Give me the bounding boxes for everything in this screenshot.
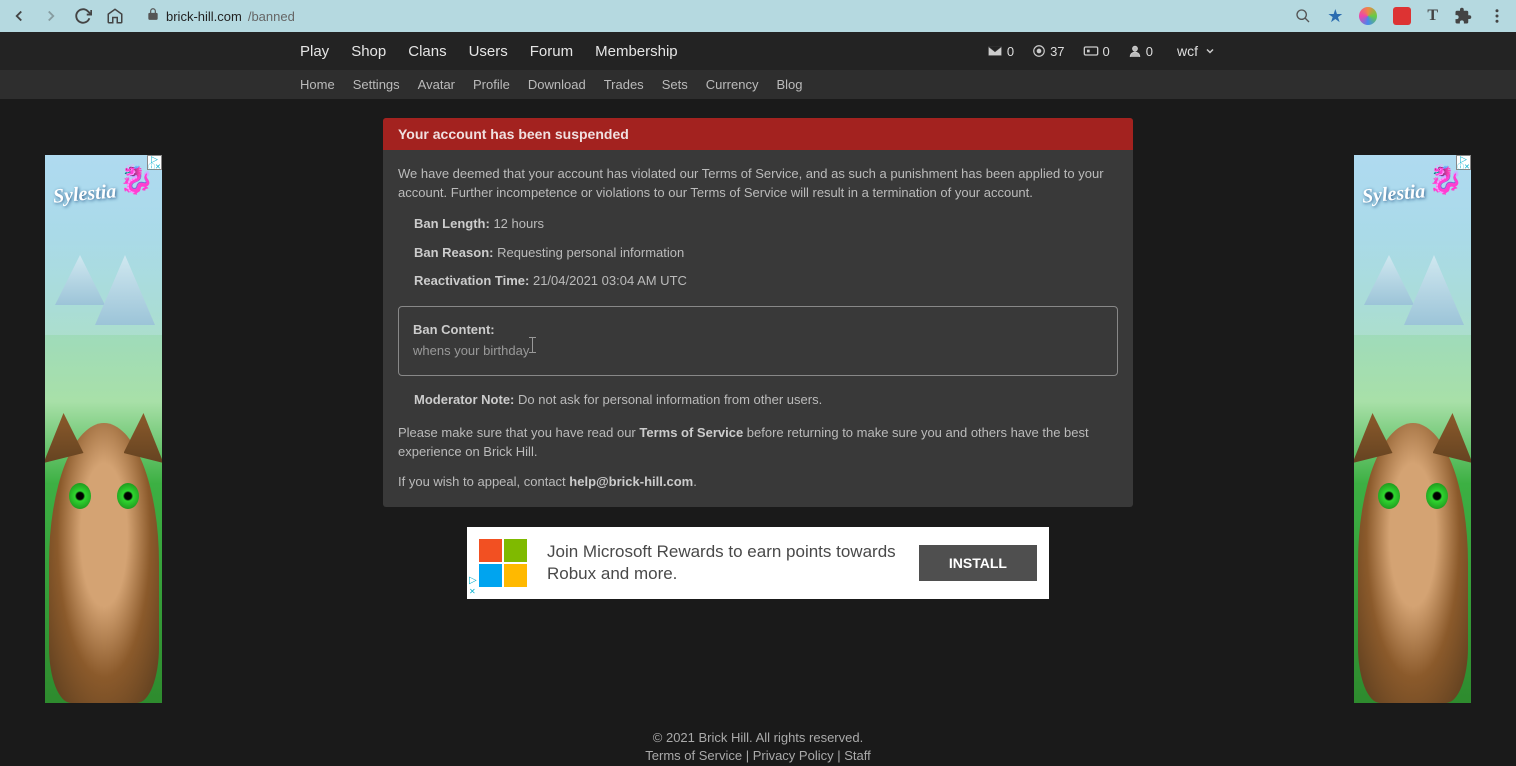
- subnav-avatar[interactable]: Avatar: [418, 77, 455, 92]
- sub-nav: Home Settings Avatar Profile Download Tr…: [0, 70, 1516, 100]
- main-nav: Play Shop Clans Users Forum Membership 0…: [0, 32, 1516, 70]
- ad-install-button[interactable]: INSTALL: [919, 545, 1037, 581]
- nav-play[interactable]: Play: [300, 43, 329, 60]
- moderator-note-value: Do not ask for personal information from…: [514, 392, 822, 407]
- bookmark-star-icon[interactable]: ★: [1327, 6, 1343, 27]
- subnav-trades[interactable]: Trades: [604, 77, 644, 92]
- search-icon[interactable]: [1295, 8, 1311, 24]
- user-dropdown[interactable]: wcf: [1177, 43, 1216, 59]
- back-icon[interactable]: [10, 7, 28, 25]
- footer-tos-link[interactable]: Terms of Service: [645, 748, 742, 763]
- stat-bits[interactable]: 37: [1032, 44, 1064, 59]
- lock-icon: [146, 7, 160, 26]
- ban-reactivation-value: 21/04/2021 03:04 AM UTC: [529, 273, 687, 288]
- ban-reason-label: Ban Reason:: [414, 245, 493, 260]
- stat-bucks[interactable]: 0: [1083, 44, 1110, 59]
- extension-icon-2[interactable]: [1393, 7, 1411, 25]
- ban-length-label: Ban Length:: [414, 216, 490, 231]
- extensions-icon[interactable]: [1454, 7, 1472, 25]
- subnav-sets[interactable]: Sets: [662, 77, 688, 92]
- footer: © 2021 Brick Hill. All rights reserved. …: [0, 729, 1516, 765]
- ban-content-box: Ban Content: whens your birthday: [398, 306, 1118, 376]
- moderator-note-row: Moderator Note: Do not ask for personal …: [398, 391, 1118, 410]
- ban-reason-row: Ban Reason: Requesting personal informat…: [398, 244, 1118, 263]
- ban-header: Your account has been suspended: [383, 118, 1133, 150]
- subnav-settings[interactable]: Settings: [353, 77, 400, 92]
- ad-banner[interactable]: ▷✕ Join Microsoft Rewards to earn points…: [467, 527, 1049, 599]
- menu-icon[interactable]: [1488, 7, 1506, 25]
- url-path: /banned: [248, 9, 295, 24]
- ban-length-row: Ban Length: 12 hours: [398, 215, 1118, 234]
- moderator-note-label: Moderator Note:: [414, 392, 514, 407]
- footer-privacy-link[interactable]: Privacy Policy: [753, 748, 834, 763]
- subnav-profile[interactable]: Profile: [473, 77, 510, 92]
- tos-link[interactable]: Terms of Service: [639, 425, 743, 440]
- subnav-currency[interactable]: Currency: [706, 77, 759, 92]
- nav-membership[interactable]: Membership: [595, 43, 678, 60]
- forward-icon[interactable]: [42, 7, 60, 25]
- nav-users[interactable]: Users: [469, 43, 508, 60]
- stat-messages[interactable]: 0: [987, 44, 1014, 59]
- ban-reactivation-row: Reactivation Time: 21/04/2021 03:04 AM U…: [398, 272, 1118, 291]
- nav-clans[interactable]: Clans: [408, 43, 446, 60]
- extension-icon-3[interactable]: T: [1427, 7, 1438, 25]
- nav-shop[interactable]: Shop: [351, 43, 386, 60]
- stat-bits-value: 37: [1050, 44, 1064, 59]
- appeal-text: If you wish to appeal, contact help@bric…: [398, 473, 1118, 492]
- ban-intro-text: We have deemed that your account has vio…: [398, 165, 1118, 203]
- appeal-email-link[interactable]: help@brick-hill.com: [569, 474, 693, 489]
- ban-content-label: Ban Content:: [413, 321, 1103, 340]
- footer-copyright: © 2021 Brick Hill. All rights reserved.: [0, 729, 1516, 747]
- subnav-home[interactable]: Home: [300, 77, 335, 92]
- extension-icon-1[interactable]: [1359, 7, 1377, 25]
- username-label: wcf: [1177, 43, 1198, 59]
- stat-friends[interactable]: 0: [1128, 44, 1153, 59]
- ban-card: Your account has been suspended We have …: [383, 118, 1133, 507]
- ban-reason-value: Requesting personal information: [493, 245, 684, 260]
- url-bar[interactable]: brick-hill.com/banned: [146, 7, 1283, 26]
- url-domain: brick-hill.com: [166, 9, 242, 24]
- browser-toolbar: brick-hill.com/banned ★ T: [0, 0, 1516, 32]
- reload-icon[interactable]: [74, 7, 92, 25]
- ad-banner-text: Join Microsoft Rewards to earn points to…: [547, 541, 899, 585]
- tos-reminder: Please make sure that you have read our …: [398, 424, 1118, 462]
- stat-messages-value: 0: [1007, 44, 1014, 59]
- ban-reactivation-label: Reactivation Time:: [414, 273, 529, 288]
- ad-marker-icon[interactable]: ▷✕: [469, 575, 477, 597]
- ban-length-value: 12 hours: [490, 216, 544, 231]
- stat-bucks-value: 0: [1103, 44, 1110, 59]
- chevron-down-icon: [1204, 45, 1216, 57]
- stat-friends-value: 0: [1146, 44, 1153, 59]
- footer-staff-link[interactable]: Staff: [844, 748, 871, 763]
- subnav-download[interactable]: Download: [528, 77, 586, 92]
- nav-forum[interactable]: Forum: [530, 43, 573, 60]
- subnav-blog[interactable]: Blog: [776, 77, 802, 92]
- home-icon[interactable]: [106, 7, 124, 25]
- microsoft-logo-icon: [479, 539, 527, 587]
- ban-content-value: whens your birthday: [413, 343, 529, 358]
